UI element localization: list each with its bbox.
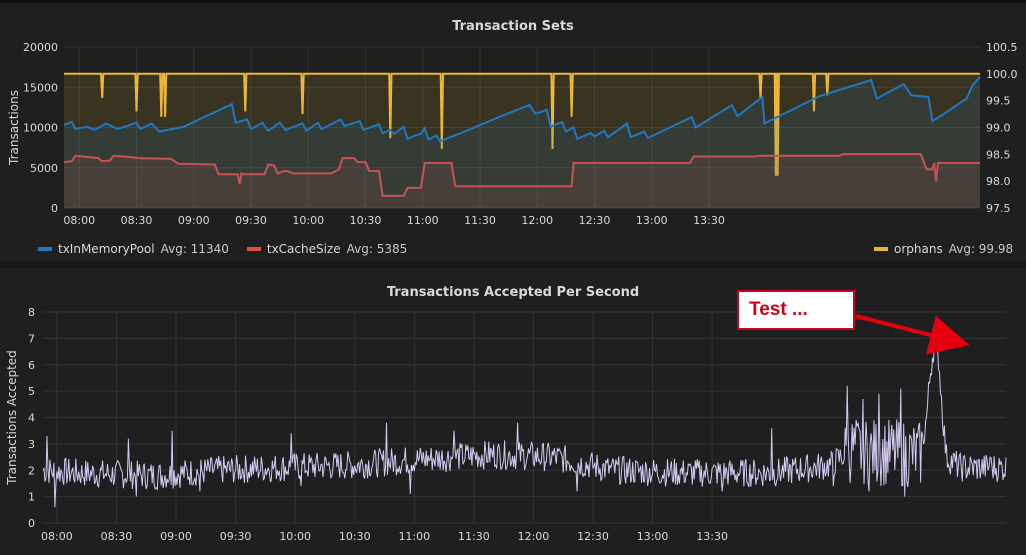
y2-tick-label: 98.5 [986,148,1011,161]
transactions-accepted-line [42,334,1007,508]
legend-swatch-red [246,247,261,251]
y-tick-label: 3 [28,438,35,451]
y-tick-label: 0 [51,202,58,215]
x-tick-label: 12:00 [518,530,550,543]
y-tick-label: 20000 [23,41,58,54]
y-tick-label: 1 [28,491,35,504]
y2-tick-label: 98.0 [986,175,1011,188]
x-tick-label: 13:00 [636,214,668,227]
legend-label: txInMemoryPool [58,242,155,256]
transaction-sets-panel: Transaction Sets 0 5000 10000 15000 20000 97.… [0,0,1026,262]
y-axis-label: Transactions [7,90,21,166]
y-tick-label: 5 [28,385,35,398]
x-tick-label: 11:30 [464,214,496,227]
y2-tick-label: 100.5 [986,41,1018,54]
x-tick-label: 10:00 [292,214,324,227]
x-tick-label: 09:30 [235,214,267,227]
x-tick-label: 13:00 [637,530,669,543]
y-axis-label: Transactions Accepted [5,350,19,486]
y2-tick-label: 99.5 [986,95,1011,108]
y2-tick-label: 97.5 [986,202,1011,215]
x-tick-label: 12:30 [579,214,611,227]
x-tick-label: 08:00 [63,214,95,227]
x-tick-label: 13:30 [693,214,725,227]
y-tick-label: 6 [28,359,35,372]
y-tick-label: 10000 [23,122,58,135]
x-tick-label: 10:30 [350,214,382,227]
x-tick-label: 09:30 [220,530,252,543]
x-tick-label: 09:00 [178,214,210,227]
y-tick-label: 2 [28,464,35,477]
x-tick-label: 11:00 [398,530,430,543]
y2-tick-label: 99.0 [986,122,1011,135]
legend-left: txInMemoryPool Avg: 11340 txCacheSize Av… [38,242,425,256]
y-tick-label: 15000 [23,81,58,94]
x-tick-label: 12:00 [521,214,553,227]
y-tick-label: 8 [28,306,35,319]
legend-swatch-blue [38,247,52,251]
x-tick-label: 08:30 [121,214,153,227]
legend-label: orphans [894,242,943,256]
transactions-accepted-panel: Transactions Accepted Per Second 0123456… [0,268,1026,555]
transaction-sets-chart: 0 5000 10000 15000 20000 97.5 98.0 98.5 99.0 99.5… [7,41,1018,227]
x-tick-label: 10:30 [339,530,371,543]
legend-item-orphans[interactable]: orphans Avg: 99.98 [874,242,1013,256]
legend-avg: Avg: 11340 [160,242,229,256]
y-tick-label: 7 [28,332,35,345]
x-tick-label: 11:00 [407,214,439,227]
y-tick-label: 4 [28,412,35,425]
transactions-accepted-chart: 0 1 2 3 4 5 6 7 8 08:00 08:30 09:00 09:30 10:00 10:30 1… [5,306,1007,543]
x-tick-label: 08:00 [41,530,73,543]
x-tick-label: 12:30 [577,530,609,543]
x-tick-label: 11:30 [458,530,490,543]
legend-right: orphans Avg: 99.98 [874,242,1013,256]
x-tick-label: 10:00 [279,530,311,543]
legend-avg: Avg: 99.98 [948,242,1014,256]
x-tick-label: 13:30 [696,530,728,543]
y2-tick-label: 100.0 [986,68,1018,81]
x-tick-label: 08:30 [101,530,133,543]
legend-swatch-yellow [874,247,888,251]
x-tick-label: 09:00 [160,530,192,543]
legend-label: txCacheSize [266,242,341,256]
y-tick-label: 0 [28,517,35,530]
y-tick-label: 5000 [30,162,58,175]
legend-item-txinmemorypool[interactable]: txInMemoryPool Avg: 11340 [38,242,229,256]
legend-avg: Avg: 5385 [346,242,408,256]
annotation-callout: Test ... [737,290,855,330]
legend-item-txcachesize[interactable]: txCacheSize Avg: 5385 [246,242,408,256]
